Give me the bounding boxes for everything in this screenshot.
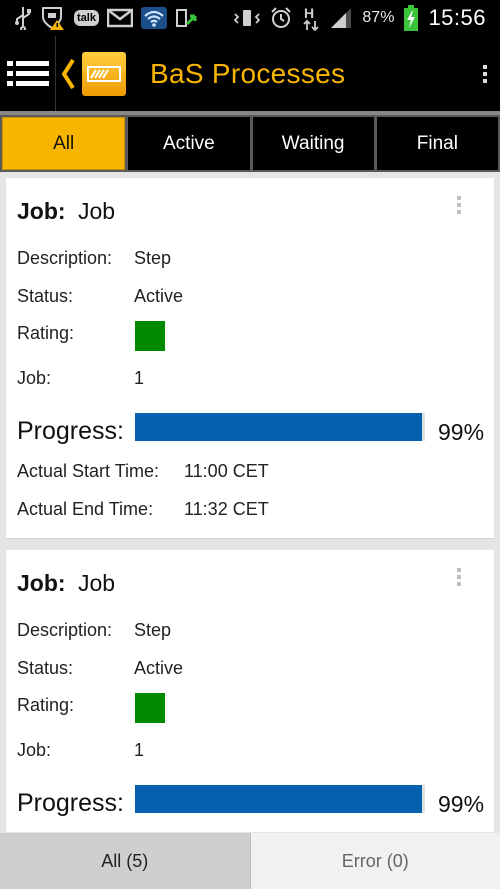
- back-chevron-icon: [61, 58, 75, 89]
- progress-label: Progress:: [17, 789, 124, 817]
- filter-tabs: All Active Waiting Final: [0, 115, 500, 172]
- rating-label: Rating:: [17, 695, 75, 715]
- progress-value: 99%: [438, 419, 485, 445]
- rating-label: Rating:: [17, 323, 75, 343]
- action-bar: BaS Processes: [0, 36, 500, 111]
- menu-drawer-button[interactable]: [0, 36, 56, 111]
- description-value: Step: [134, 620, 172, 640]
- progress-bar: [135, 785, 425, 813]
- overflow-menu-icon: [483, 64, 487, 83]
- alarm-icon: [269, 6, 293, 30]
- rating-indicator: [135, 321, 165, 351]
- signal-icon: [329, 7, 353, 29]
- upload-icon: [175, 6, 199, 30]
- progress-fill: [135, 785, 423, 813]
- card-menu-button[interactable]: [457, 568, 465, 592]
- status-bar: talk H 87% 15:56: [0, 0, 500, 36]
- page-title: BaS Processes: [150, 57, 346, 89]
- job-label: Job:: [17, 740, 52, 760]
- app-logo-icon: [82, 51, 126, 96]
- usb-icon: [14, 6, 32, 30]
- bottom-bar: All (5) Error (0): [0, 833, 500, 889]
- battery-percent: 87%: [362, 9, 395, 26]
- card-title-label: Job:: [17, 570, 66, 596]
- tab-all[interactable]: All: [2, 117, 126, 170]
- app-home-button[interactable]: [56, 36, 128, 111]
- bottom-tab-all[interactable]: All (5): [0, 833, 250, 889]
- end-time-value: 11:32 CET: [184, 499, 269, 519]
- card-title-label: Job:: [17, 198, 66, 224]
- status-clock: 15:56: [428, 5, 486, 30]
- vibrate-icon: [234, 9, 261, 27]
- progress-fill: [135, 413, 423, 441]
- end-time-label: Actual End Time:: [17, 499, 154, 519]
- card-title-value: Job: [77, 570, 116, 596]
- description-label: Description:: [17, 248, 113, 268]
- status-label: Status:: [17, 658, 74, 678]
- progress-value: 99%: [438, 791, 485, 817]
- bottom-tab-error[interactable]: Error (0): [249, 833, 500, 889]
- process-card[interactable]: Job: Job Description: Step Status: Activ…: [6, 178, 494, 538]
- card-title: Job: Job: [17, 570, 115, 597]
- battery-charging-icon: [403, 5, 419, 31]
- hamburger-menu-icon: [6, 60, 49, 86]
- wifi-icon: [140, 7, 167, 29]
- tab-active[interactable]: Active: [128, 117, 250, 170]
- card-title: Job: Job: [17, 198, 115, 225]
- job-value: 1: [134, 368, 145, 388]
- gmail-icon: [106, 8, 133, 28]
- start-time-label: Actual Start Time:: [17, 461, 160, 481]
- start-time-value: 11:00 CET: [184, 461, 269, 481]
- svg-text:H: H: [304, 5, 314, 21]
- description-label: Description:: [17, 620, 113, 640]
- progress-label: Progress:: [17, 417, 124, 445]
- warning-shield-icon: [40, 5, 66, 31]
- job-label: Job:: [17, 368, 52, 388]
- status-value: Active: [134, 658, 184, 678]
- card-menu-icon: [457, 568, 465, 586]
- talk-icon: talk: [74, 10, 99, 26]
- progress-bar: [135, 413, 425, 441]
- card-menu-button[interactable]: [457, 196, 465, 220]
- process-card[interactable]: Job: Job Description: Step Status: Activ…: [6, 550, 494, 832]
- process-list[interactable]: Job: Job Description: Step Status: Activ…: [0, 172, 500, 832]
- tab-final[interactable]: Final: [376, 117, 498, 170]
- status-label: Status:: [17, 286, 74, 306]
- job-value: 1: [134, 740, 145, 760]
- overflow-menu-button[interactable]: [470, 36, 500, 111]
- status-value: Active: [134, 286, 184, 306]
- description-value: Step: [134, 248, 172, 268]
- rating-indicator: [135, 693, 165, 723]
- card-title-value: Job: [77, 198, 116, 224]
- card-menu-icon: [457, 196, 465, 214]
- tab-waiting[interactable]: Waiting: [252, 117, 374, 170]
- hspa-icon: H: [302, 5, 320, 31]
